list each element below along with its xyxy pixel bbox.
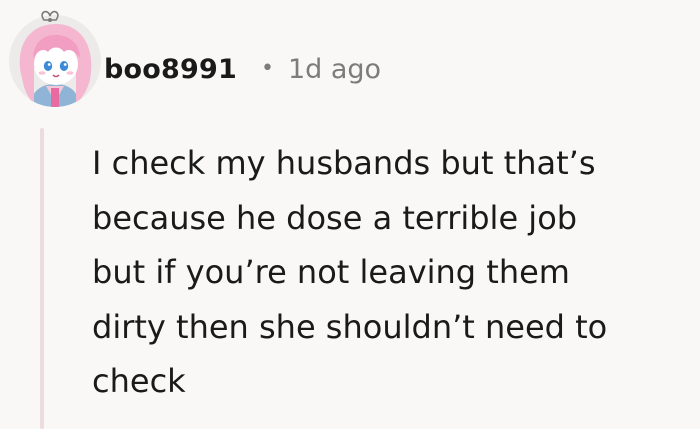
thread-line[interactable] bbox=[40, 128, 44, 429]
comment-body-line: I check my husbands but that’s bbox=[92, 144, 596, 182]
comment-header: boo8991 • 1d ago bbox=[104, 46, 381, 92]
meta-separator: • bbox=[260, 55, 274, 81]
timestamp[interactable]: 1d ago bbox=[288, 54, 381, 85]
avatar[interactable] bbox=[6, 8, 104, 110]
comment-body: I check my husbands but that’s because h… bbox=[92, 136, 682, 409]
comment: boo8991 • 1d ago I check my husbands but… bbox=[0, 0, 700, 429]
comment-body-line: because he dose a terrible job bbox=[92, 198, 578, 237]
comment-body-line: dirty then she shouldn’t need to bbox=[92, 307, 608, 346]
anime-girl-avatar-icon bbox=[9, 10, 101, 107]
comment-body-line: but if you’re not leaving them bbox=[92, 253, 570, 291]
comment-body-line: check bbox=[92, 362, 186, 400]
username-link[interactable]: boo8991 bbox=[104, 54, 237, 85]
